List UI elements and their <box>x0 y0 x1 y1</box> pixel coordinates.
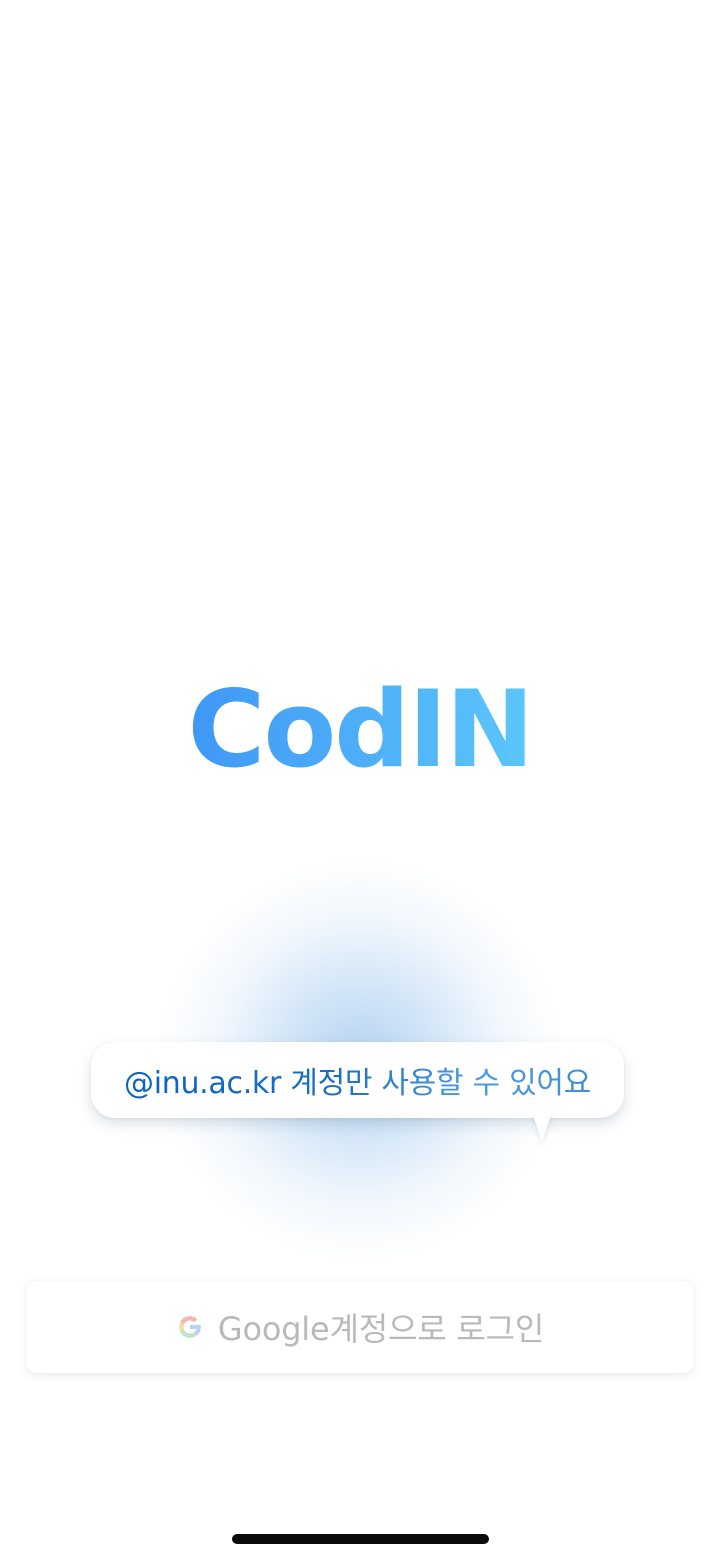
app-logo: CodIN <box>190 670 530 780</box>
logo-text: CodIN <box>190 670 530 780</box>
login-button-label: Google계정으로 로그인 <box>217 1310 545 1348</box>
login-screen: CodIN @inu.ac.kr 계정만 사용할 수 있어요 Google계정으… <box>0 0 721 1560</box>
home-indicator[interactable] <box>232 1534 489 1544</box>
tooltip-tail <box>532 1112 552 1142</box>
notice-tooltip: @inu.ac.kr 계정만 사용할 수 있어요 <box>91 1042 624 1118</box>
notice-text: @inu.ac.kr 계정만 사용할 수 있어요 <box>124 1058 591 1102</box>
google-login-button[interactable]: Google계정으로 로그인 <box>26 1281 694 1373</box>
codin-logo-graphic: CodIN <box>190 670 530 780</box>
google-icon <box>179 1316 202 1338</box>
